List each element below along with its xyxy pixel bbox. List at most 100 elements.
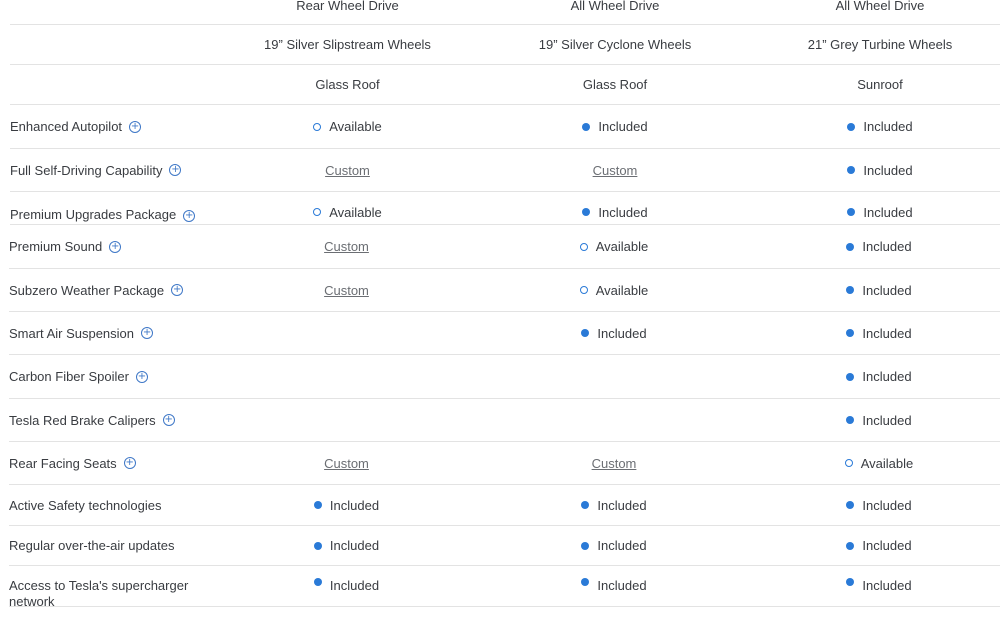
feature-status-col-3: Included	[769, 566, 989, 618]
feature-status-col-1	[239, 355, 454, 398]
feature-row: Access to Tesla's supercharger network In…	[9, 566, 1000, 609]
feature-row: Premium Upgrades Package + Available Includ…	[10, 192, 1000, 225]
roof-col-2: Glass Roof	[582, 77, 648, 92]
status-text: Included	[329, 497, 380, 513]
feature-row: Full Self-Driving Capability + Custom Custo…	[10, 149, 1000, 192]
wheels-row: 19” Silver Slipstream Wheels 19” Silver …	[10, 25, 1000, 65]
filled-dot-icon	[847, 122, 856, 131]
custom-link[interactable]: Custom	[593, 163, 638, 178]
feature-status-col-3: Included	[769, 269, 989, 311]
plus-circle-icon[interactable]: +	[135, 370, 148, 383]
feature-label-text: Enhanced Autopilot	[10, 119, 123, 134]
feature-status-col-3: Included	[770, 149, 990, 191]
plus-circle-icon[interactable]: +	[129, 120, 142, 133]
feature-label: Premium Sound +	[9, 225, 229, 268]
status-text: Included	[862, 412, 912, 428]
plus-circle-icon[interactable]: +	[141, 327, 154, 339]
filled-dot-icon	[581, 329, 590, 337]
feature-status-col-3: Included	[769, 312, 989, 354]
feature-status-col-3: Included	[770, 105, 990, 148]
status-text: Included	[329, 538, 380, 553]
status-text: Included	[863, 119, 913, 134]
feature-status-col-2: Included	[504, 312, 724, 354]
feature-label-text: Active Safety technologies	[9, 497, 162, 513]
status-text: Included	[863, 204, 913, 220]
custom-link[interactable]: Custom	[324, 239, 369, 254]
feature-label: Active Safety technologies	[9, 485, 229, 525]
roof-row: Glass Roof Glass Roof Sunroof	[10, 65, 1000, 105]
feature-status-col-2[interactable]: Custom	[505, 149, 725, 191]
feature-status-col-1: Included	[239, 526, 454, 565]
feature-row: Active Safety technologies Included Includ…	[9, 485, 1000, 526]
feature-label: Smart Air Suspension +	[9, 312, 229, 354]
feature-status-col-1: Included	[239, 485, 454, 525]
custom-link[interactable]: Custom	[325, 163, 370, 178]
wheels-col-3: 21” Grey Turbine Wheels	[807, 37, 953, 52]
feature-status-col-1: Available	[240, 105, 455, 148]
feature-status-col-3: Available	[769, 442, 989, 484]
feature-status-col-1	[239, 312, 454, 354]
filled-dot-icon	[313, 541, 322, 550]
feature-status-col-3: Included	[770, 192, 990, 224]
filled-dot-icon	[846, 242, 855, 251]
custom-link[interactable]: Custom	[324, 283, 369, 298]
ring-icon	[313, 208, 322, 216]
filled-dot-icon	[581, 541, 590, 550]
feature-status-col-2: Included	[504, 566, 724, 618]
filled-dot-icon	[847, 166, 856, 174]
filled-dot-icon	[846, 372, 855, 381]
plus-circle-icon[interactable]: +	[123, 457, 136, 469]
filled-dot-icon	[846, 501, 855, 509]
plus-circle-icon[interactable]: +	[183, 210, 196, 222]
feature-status-col-2: Available	[504, 269, 724, 311]
status-text: Included	[863, 162, 913, 178]
ring-icon	[579, 286, 588, 294]
drive-col-2: All Wheel Drive	[570, 0, 660, 13]
feature-status-col-2: Included	[504, 485, 724, 525]
plus-circle-icon[interactable]: +	[109, 240, 122, 253]
status-text: Included	[862, 282, 912, 298]
status-text: Included	[862, 325, 912, 341]
filled-dot-icon	[846, 286, 855, 294]
status-text: Included	[862, 369, 912, 384]
feature-label-text: Premium Sound	[9, 239, 103, 254]
filled-dot-icon	[847, 208, 856, 216]
feature-status-col-1[interactable]: Custom	[239, 225, 454, 268]
feature-label: Carbon Fiber Spoiler +	[9, 355, 229, 398]
feature-status-col-2[interactable]: Custom	[504, 442, 724, 484]
feature-row: Smart Air Suspension + Included Included	[9, 312, 1000, 355]
feature-label: Full Self-Driving Capability +	[10, 149, 230, 191]
feature-label-text: Full Self-Driving Capability	[10, 162, 163, 178]
feature-status-col-3: Included	[769, 485, 989, 525]
feature-status-col-2	[504, 399, 724, 441]
roof-col-3: Sunroof	[857, 77, 903, 92]
status-text: Included	[862, 538, 912, 553]
feature-status-col-1[interactable]: Custom	[240, 149, 455, 191]
feature-status-col-1[interactable]: Custom	[239, 442, 454, 484]
status-text: Included	[862, 578, 912, 593]
feature-status-col-2: Included	[504, 526, 724, 565]
feature-status-col-2: Included	[505, 192, 725, 224]
filled-dot-icon	[581, 578, 590, 586]
plus-circle-icon[interactable]: +	[169, 164, 182, 176]
feature-label-text: Premium Upgrades Package	[10, 207, 177, 222]
feature-row: Tesla Red Brake Calipers + Included	[9, 399, 1000, 442]
filled-dot-icon	[313, 578, 322, 586]
status-text: Available	[595, 282, 649, 298]
drive-col-3: All Wheel Drive	[835, 0, 925, 13]
feature-label: Subzero Weather Package +	[9, 269, 229, 311]
feature-row: Carbon Fiber Spoiler + Included	[9, 355, 1000, 399]
plus-circle-icon[interactable]: +	[162, 414, 175, 426]
feature-status-col-1	[239, 399, 454, 441]
feature-status-col-1[interactable]: Custom	[239, 269, 454, 311]
plus-circle-icon[interactable]: +	[171, 284, 184, 296]
status-text: Included	[597, 325, 647, 341]
feature-status-col-2: Included	[505, 105, 725, 148]
custom-link[interactable]: Custom	[592, 456, 637, 471]
filled-dot-icon	[846, 578, 855, 586]
feature-label-text: Subzero Weather Package	[9, 282, 165, 298]
feature-label-text: Access to Tesla's supercharger network	[9, 578, 189, 609]
custom-link[interactable]: Custom	[324, 456, 369, 471]
feature-label-text: Smart Air Suspension	[9, 325, 135, 341]
status-text: Available	[860, 455, 914, 471]
